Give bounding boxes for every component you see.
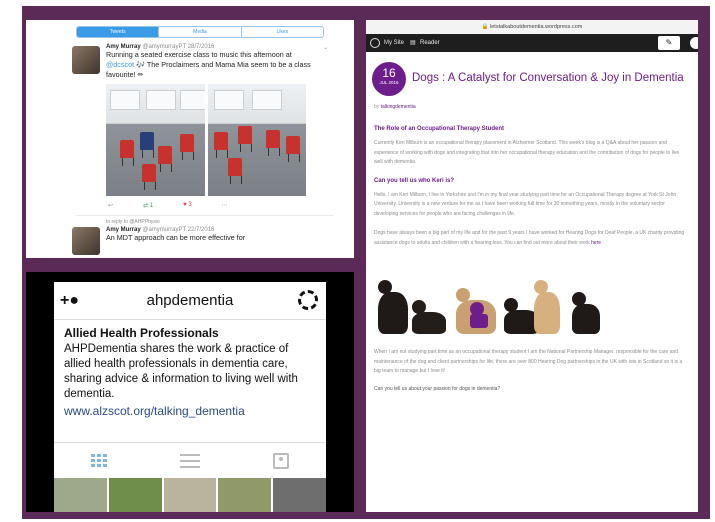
like-count: 3	[188, 202, 192, 208]
post-paragraph: Currently Keri Milburn is an occupationa…	[374, 140, 680, 165]
tab-list[interactable]	[145, 443, 236, 478]
wordpress-logo-icon[interactable]	[370, 38, 380, 48]
tweet-photo[interactable]	[106, 84, 205, 196]
like-button[interactable]: ♥ 3	[183, 202, 192, 209]
blog-panel: 🔒 letstalkaboutdementia.wordpress.com My…	[366, 20, 698, 512]
post-paragraph-text: Dogs have always been a big part of my l…	[374, 230, 685, 246]
twitter-panel: Tweets Media Likes ⌄ Amy Murray @amymurr…	[26, 20, 354, 258]
photo-thumbnail[interactable]	[163, 478, 217, 512]
post-title[interactable]: Dogs : A Catalyst for Conversation & Joy…	[412, 70, 684, 86]
post-header: 16 JUL 2016 Dogs : A Catalyst for Conver…	[366, 52, 698, 116]
tweet[interactable]: ⌄ Amy Murray @amymurrayPT 28/7/2016 Runn…	[26, 38, 354, 209]
pencil-emoji-icon: ✏	[137, 70, 144, 79]
grid-icon	[91, 453, 108, 468]
write-button[interactable]: ✎	[658, 36, 680, 50]
profile-name: Allied Health Professionals	[64, 326, 219, 340]
list-icon	[180, 453, 200, 468]
wordpress-toolbar: My Site ▤ Reader ✎	[366, 34, 698, 52]
instagram-panel: +● ahpdementia Allied Health Professiona…	[26, 272, 354, 512]
reply-icon[interactable]: ↩	[108, 202, 113, 209]
twitter-tabs: Tweets Media Likes	[76, 26, 324, 38]
avatar[interactable]	[690, 37, 698, 49]
tab-tagged[interactable]	[235, 443, 326, 478]
tweet-text-part: Running a seated exercise class to music…	[106, 50, 292, 59]
profile-link[interactable]: www.alzscot.org/talking_dementia	[64, 404, 316, 418]
address-bar[interactable]: 🔒 letstalkaboutdementia.wordpress.com	[366, 20, 698, 34]
here-link[interactable]: here	[591, 240, 601, 246]
avatar[interactable]	[72, 227, 100, 255]
dogs-photo	[366, 274, 698, 334]
profile-description: AHPDementia shares the work & practice o…	[64, 343, 298, 400]
instagram-profile: +● ahpdementia Allied Health Professiona…	[54, 282, 326, 512]
date-badge: 16 JUL 2016	[372, 62, 406, 96]
post-heading: The Role of an Occupational Therapy Stud…	[374, 126, 505, 132]
tweet-actions: ↩ ⇄ 1 ♥ 3 ⋯	[106, 202, 346, 209]
post-heading: Can you tell us who Keri is?	[374, 177, 455, 184]
reader-link[interactable]: Reader	[420, 34, 440, 52]
photo-thumbnail[interactable]	[108, 478, 162, 512]
avatar[interactable]	[72, 46, 100, 74]
music-emoji-icon: 🎶	[136, 60, 146, 69]
tweet-photo[interactable]	[207, 84, 306, 196]
photo-grid	[54, 478, 326, 512]
tagged-user-icon	[272, 452, 289, 469]
tweet-text: Running a seated exercise class to music…	[106, 50, 316, 80]
profile-view-tabs	[54, 442, 326, 478]
photo-thumbnail[interactable]	[273, 478, 326, 512]
photo-thumbnail[interactable]	[218, 478, 272, 512]
more-icon[interactable]: ⋯	[222, 202, 228, 209]
post-paragraph: Dogs have always been a big part of my l…	[366, 229, 698, 248]
tweet-text: An MDT approach can be more effective fo…	[106, 233, 246, 242]
post-paragraph: When I am not studying part time as an o…	[374, 349, 683, 374]
profile-bio: Allied Health Professionals AHPDementia …	[54, 320, 326, 418]
gear-icon[interactable]	[298, 290, 318, 310]
tab-grid[interactable]	[54, 443, 145, 478]
page-url: letstalkaboutdementia.wordpress.com	[490, 24, 583, 30]
tab-media[interactable]: Media	[158, 27, 240, 37]
tab-likes[interactable]: Likes	[240, 27, 323, 37]
tab-tweets[interactable]: Tweets	[77, 27, 159, 37]
tweet-mention[interactable]: @dcscot	[106, 60, 134, 69]
retweet-button[interactable]: ⇄ 1	[143, 202, 153, 209]
profile-header: +● ahpdementia	[54, 282, 326, 320]
post-paragraph: Hello, I am Keri Milburn, I live in York…	[374, 191, 677, 217]
reader-icon: ▤	[410, 40, 416, 46]
chevron-down-icon[interactable]: ⌄	[323, 44, 328, 51]
retweet-count: 1	[149, 203, 154, 209]
post-paragraph: Can you tell us about your passion for d…	[374, 385, 501, 392]
tweet[interactable]: Amy Murray @amymurrayPT 22/7/2016 An MDT…	[26, 225, 354, 255]
photo-thumbnail[interactable]	[54, 478, 107, 512]
divider	[76, 215, 334, 216]
profile-username: ahpdementia	[146, 292, 234, 309]
my-site-link[interactable]: My Site	[384, 34, 404, 52]
post-day: 16	[382, 66, 396, 80]
post-month: JUL 2016	[379, 80, 399, 85]
tweet-photos[interactable]	[106, 84, 306, 196]
